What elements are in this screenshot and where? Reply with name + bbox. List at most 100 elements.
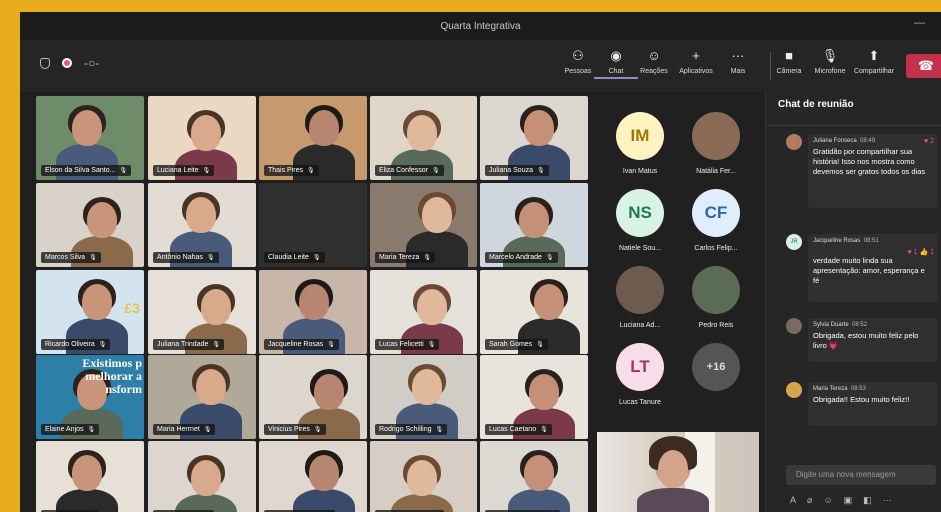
reaction-badge[interactable]: ♥ 2 [924,138,934,145]
participant-video-tile[interactable]: Elson da Silva Santo... 🎙 [36,96,144,180]
mic-off-icon: 🎙 [821,48,839,63]
roster-overflow-button[interactable]: +16 [681,343,751,391]
participant-video-tile[interactable]: Antônio Nahas 🎙 [148,183,256,267]
active-speaker-video [597,432,759,512]
avatar: CF [692,189,740,237]
participant-video-tile[interactable]: Sylvia Duarte🎙 [148,441,256,512]
title-bar: Quarta Integrativa — [20,12,941,40]
emoji-icon[interactable]: ☺ [823,495,832,506]
chat-compose-input[interactable]: Digite uma nova mensagem [786,465,936,485]
participant-video-tile[interactable]: Juliana Trindade 🎙 [148,270,256,354]
participant-video-tile[interactable]: Lucas Felicetti 🎙 [370,270,477,354]
mic-off-icon: 🎙 [203,427,212,433]
participant-video-tile[interactable]: Maria Herrnet 🎙 [148,355,256,439]
participant-video-tile[interactable]: Vinicius Pires 🎙 [259,355,367,439]
more-icon[interactable]: ··· [883,495,892,506]
participant-video-tile[interactable]: Marcel Andrade🎙 [370,441,477,512]
chat-message[interactable]: Juliana Fonseca 08:49 ♥ 2 Gratidão por c… [786,134,938,214]
sticker-icon[interactable]: ◧ [863,495,872,506]
mic-off-icon: 🎙 [119,168,128,174]
teams-window: Quarta Integrativa — -○- ⚇ Pessoas ◉ Cha… [20,12,941,512]
participant-name-label: Eliza Confessor 🎙 [375,165,444,176]
share-button[interactable]: ⬆ Compartilhar [852,48,896,75]
participant-video-tile[interactable]: Existimos p melhorar a nsform Elaine Anjos 🎙 [36,355,144,439]
mic-off-icon: 🎙 [206,255,215,261]
participant-video-tile[interactable]: Silvia Tamai🎙 [36,441,144,512]
participant-video-tile[interactable]: Marcelo Andrade 🎙 [480,183,588,267]
participant-video-tile[interactable]: Jacqueline Rosas 🎙 [259,270,367,354]
participant-name-label: Rodrigo Schilling 🎙 [375,424,448,435]
participant-video-tile[interactable]: Luciana Leite 🎙 [148,96,256,180]
leave-button[interactable]: ☎ [906,54,941,78]
compose-toolbar: A ⌀ ☺ ▣ ◧ ··· [790,495,892,506]
avatar: NS [616,189,664,237]
participant-video-tile[interactable]: Rodrigo Schilling 🎙 [370,355,477,439]
avatar [786,134,802,150]
participant-video-tile[interactable]: Lucas Caetano 🎙 [480,355,588,439]
participant-video-tile[interactable]: Maria Tereza 🎙 [370,183,477,267]
message-text: verdade muito linda sua apresentação: am… [813,256,925,285]
chat-message[interactable]: JR Jacqueline Rosas 08:51 ♥ 1 👍 1 verdad… [786,234,938,304]
chat-message[interactable]: Sylvia Duarte 08:52 Obrigada, estou muit… [786,318,938,366]
roster-item[interactable]: CF Carlos Felip... [681,189,751,252]
camera-button[interactable]: ■ Câmera [767,48,811,75]
microphone-button[interactable]: 🎙 Microfone [808,48,852,75]
participant-name-label: Ricardo Oliveira 🎙 [41,339,111,350]
meeting-stage: Elson da Silva Santo... 🎙 Luciana Leite 🎙 Th… [20,92,941,512]
mic-off-icon: 🎙 [89,255,97,261]
participant-video-tile[interactable]: Marcos Silva 🎙 [36,183,144,267]
participant-name-label: Thais Pires 🎙 [264,165,319,176]
participant-video-tile[interactable]: Flávia Almeida (...🎙 [480,441,588,512]
roster-item[interactable]: NS Natiele Sou... [605,189,675,252]
avatar [616,266,664,314]
avatar [692,112,740,160]
minimize-icon[interactable]: — [914,17,925,29]
participant-name-label: Jacqueline Rosas 🎙 [264,339,339,350]
apps-button[interactable]: + Aplicativos [674,48,718,75]
gif-icon[interactable]: ▣ [844,495,853,506]
mic-off-icon: 🎙 [427,342,436,348]
participant-name-label: Claudia Leite 🎙 [264,252,325,263]
mic-off-icon: 🎙 [212,342,220,348]
participant-video-tile[interactable]: Claudia Leite 🎙 [259,183,367,267]
roster-item[interactable]: LT Lucas Tanure [605,343,675,406]
participant-video-tile[interactable]: Juliana Souza 🎙 [480,96,588,180]
roster-item[interactable]: Luciana Ad... [605,266,675,329]
mic-off-icon: 🎙 [313,427,322,433]
connection-icon[interactable]: -○- [84,56,99,70]
mic-off-icon: 🎙 [545,255,554,261]
participant-name-label: Marcelo Andrade 🎙 [485,252,558,263]
window-title: Quarta Integrativa [440,21,521,32]
more-button[interactable]: ··· Mais [716,48,760,75]
roster-item[interactable]: IM Ivan Matus [605,112,675,175]
avatar [786,382,802,398]
shared-slide-text: Existimos p melhorar a nsform [82,356,142,396]
chat-message[interactable]: Maria Tereza 08:53 Obrigada!! Estou muit… [786,382,938,430]
camera-icon: ■ [785,48,793,63]
reactions-icon: ☺ [647,48,661,63]
attach-icon[interactable]: ⌀ [807,495,812,506]
participant-video-tile[interactable]: Sarah Gomes 🎙 [480,270,588,354]
participant-name-label: Lucas Caetano 🎙 [485,424,552,435]
participant-name-label: Sarah Gomes 🎙 [485,339,548,350]
participant-name-label: Antônio Nahas 🎙 [153,252,219,263]
participant-video-tile[interactable]: Eliza Confessor 🎙 [370,96,477,180]
format-icon[interactable]: A [790,495,796,506]
recording-icon[interactable] [62,58,72,68]
participant-name-label: Juliana Souza 🎙 [485,165,549,176]
reactions-button[interactable]: ☺ Reações [632,48,676,75]
divider [766,125,941,126]
mic-off-icon: 🎙 [202,168,211,174]
participant-video-tile[interactable]: Juliana Fonseca🎙 [259,441,367,512]
mic-off-icon: 🎙 [327,342,335,348]
participant-video-tile[interactable]: Thais Pires 🎙 [259,96,367,180]
shield-icon[interactable] [40,57,50,69]
roster-item[interactable]: Natália Fer... [681,112,751,175]
plus-icon: + [692,48,700,63]
reaction-badge[interactable]: ♥ 1 👍 1 [908,248,935,256]
participant-video-tile[interactable]: £3 Ricardo Oliveira 🎙 [36,270,144,354]
avatar [692,266,740,314]
roster-item[interactable]: Pedro Reis [681,266,751,329]
mic-off-icon: 🎙 [536,342,544,348]
chat-title: Chat de reunião [778,99,854,110]
